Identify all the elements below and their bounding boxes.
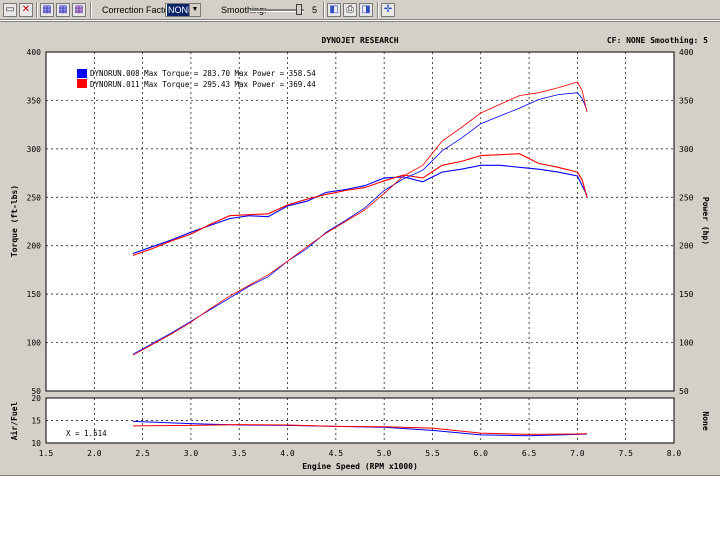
- chevron-down-icon: ▼: [189, 4, 200, 16]
- main-plot-area[interactable]: [45, 51, 675, 392]
- chart-frame: 50 50 100 100 150 150 200 200 250 250 300 300 350 350…: [0, 21, 720, 476]
- y-left-tick-label: 350: [27, 96, 42, 105]
- x-tick-label: 6.0: [474, 449, 489, 458]
- y-right-tick-label: 400: [679, 48, 694, 57]
- correction-factor-label: Correction Factor:: [102, 5, 175, 15]
- af-tick-label: 15: [31, 417, 41, 426]
- toolbar-separator: [90, 2, 92, 18]
- toolbar-separator: [323, 2, 325, 18]
- y-left-tick-label: 250: [27, 193, 42, 202]
- close-run-icon[interactable]: ✕: [19, 3, 33, 17]
- air-fuel-plot-area[interactable]: [45, 397, 675, 444]
- y-right-tick-label: 50: [679, 387, 689, 396]
- y-left-tick-label: 300: [27, 145, 42, 154]
- x-tick-label: 7.5: [618, 449, 633, 458]
- x-tick-label: 3.5: [232, 449, 247, 458]
- x-axis-ticks: 1.5 2.0 2.5 3.0 3.5 4.0 4.5 5.0 5.5 6.0 6.5 7.0 7.5 8…: [39, 449, 682, 458]
- crosshair-cursor-icon[interactable]: ✛: [381, 3, 395, 17]
- y-right-axis-label: Power (hp): [701, 197, 710, 245]
- y-right-tick-label: 100: [679, 339, 694, 348]
- y-right-tick-label: 300: [679, 145, 694, 154]
- legend-swatch-008: [77, 69, 87, 78]
- smoothing-slider-thumb[interactable]: [296, 4, 302, 15]
- print-icon[interactable]: ⎙: [343, 3, 357, 17]
- toolbar-separator: [36, 2, 38, 18]
- grid-view-icon[interactable]: ▦: [40, 3, 54, 17]
- toolbar: ▭ ✕ ▦ ▦ ▦ Correction Factor: NONE ▼ Smoo…: [0, 0, 720, 20]
- x-tick-label: 6.5: [522, 449, 537, 458]
- y-left-tick-label: 200: [27, 242, 42, 251]
- dyno-chart[interactable]: 50 50100 100150 150200 200250 250300 300350 350…: [0, 22, 720, 477]
- dyno-app: ▭ ✕ ▦ ▦ ▦ Correction Factor: NONE ▼ Smoo…: [0, 0, 720, 540]
- open-file-icon[interactable]: ▭: [3, 3, 17, 17]
- x-tick-label: 7.0: [570, 449, 585, 458]
- grid-compare-icon[interactable]: ▦: [72, 3, 86, 17]
- chart-title: DYNOJET RESEARCH: [321, 36, 398, 45]
- grid-edit-icon[interactable]: ▦: [56, 3, 70, 17]
- x-tick-label: 2.0: [87, 449, 102, 458]
- legend-entry-008: DYNORUN.008 Max Torque = 283.70 Max Powe…: [90, 69, 316, 78]
- x-tick-label: 1.5: [39, 449, 54, 458]
- y-right-tick-label: 250: [679, 193, 694, 202]
- chart-header-right: CF: NONE Smoothing: 5: [607, 35, 708, 45]
- af-tick-label: 20: [31, 394, 41, 403]
- x-tick-label: 2.5: [135, 449, 150, 458]
- x-tick-label: 5.0: [377, 449, 392, 458]
- x-tick-label: 4.0: [280, 449, 295, 458]
- x-axis-label: Engine Speed (RPM x1000): [302, 461, 418, 471]
- zoom-icon[interactable]: ◧: [327, 3, 341, 17]
- smoothing-value: 5: [312, 5, 318, 15]
- y-right-tick-label: 150: [679, 290, 694, 299]
- legend-swatch-011: [77, 79, 87, 88]
- export-icon[interactable]: ◨: [359, 3, 373, 17]
- x-tick-label: 5.5: [425, 449, 440, 458]
- correction-factor-select[interactable]: NONE ▼: [165, 3, 201, 17]
- y-left-axis-label: Torque (ft-lbs): [10, 185, 19, 257]
- af-tick-label: 10: [31, 439, 41, 448]
- y-right-tick-label: 350: [679, 96, 694, 105]
- air-fuel-right-label: None: [701, 411, 710, 430]
- x-tick-label: 4.5: [329, 449, 344, 458]
- x-tick-label: 3.0: [184, 449, 199, 458]
- y-left-tick-label: 100: [27, 339, 42, 348]
- x-tick-label: 8.0: [667, 449, 682, 458]
- air-fuel-axis-label: Air/Fuel: [9, 402, 19, 441]
- y-right-tick-label: 200: [679, 242, 694, 251]
- y-left-tick-label: 150: [27, 290, 42, 299]
- legend-entry-011: DYNORUN.011 Max Torque = 295.43 Max Powe…: [90, 80, 316, 89]
- cursor-readout: X = 1.514: [66, 429, 107, 438]
- toolbar-separator: [377, 2, 379, 18]
- y-left-tick-label: 400: [27, 48, 42, 57]
